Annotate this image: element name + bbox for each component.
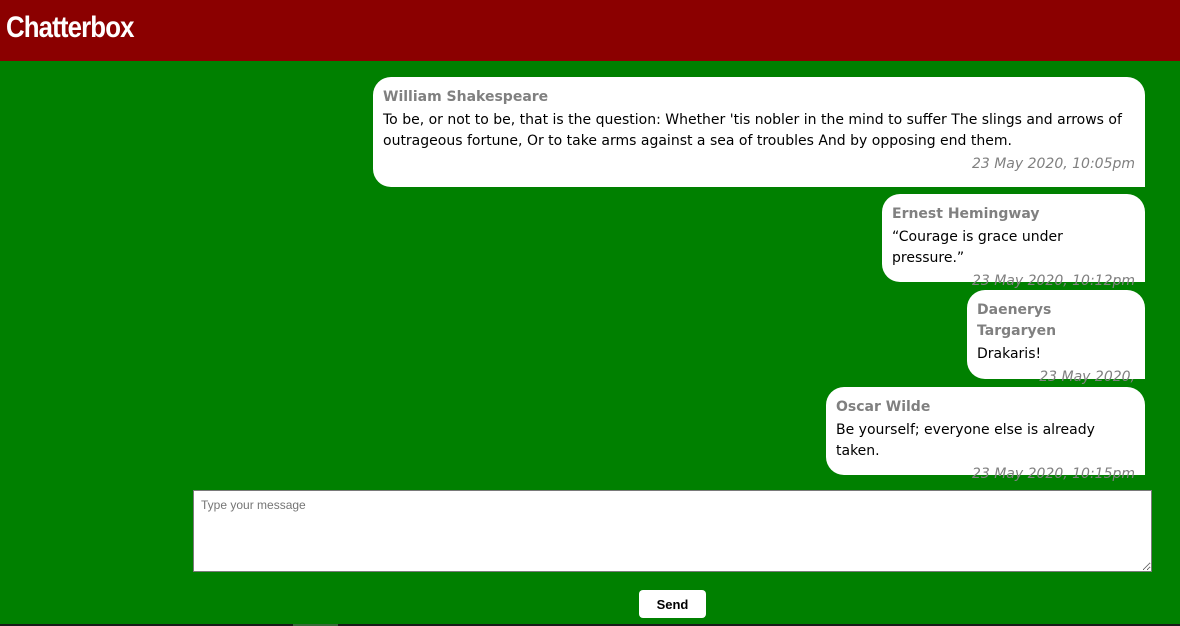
send-button[interactable]: Send (639, 590, 706, 618)
message-bubble: Daenerys Targaryen Drakaris! 23 May 2020… (967, 290, 1145, 407)
app-header: Chatterbox (0, 0, 1180, 61)
app-title: Chatterbox (6, 11, 134, 44)
message-timestamp: 23 May 2020, 10:12pm (971, 273, 1135, 289)
message-input[interactable] (193, 490, 1152, 572)
message-text: “Courage is grace under pressure.” (892, 229, 1063, 266)
message-author: William Shakespeare (383, 89, 549, 105)
message-list: William Shakespeare To be, or not to be,… (0, 61, 1180, 489)
message-text: To be, or not to be, that is the questio… (383, 112, 1122, 149)
message-timestamp: 23 May 2020, 10:15pm (971, 466, 1135, 482)
message-author: Ernest Hemingway (892, 206, 1040, 222)
message-author: Oscar Wilde (836, 399, 931, 415)
message-text: Drakaris! (977, 346, 1042, 362)
message-bubble: Oscar Wilde Be yourself; everyone else i… (826, 387, 1145, 482)
message-text: Be yourself; everyone else is already ta… (836, 422, 1095, 459)
message-author: Daenerys Targaryen (977, 302, 1057, 339)
message-bubble: William Shakespeare To be, or not to be,… (373, 77, 1145, 187)
message-timestamp: 23 May 2020, 10:05pm (971, 156, 1135, 172)
message-bubble: Ernest Hemingway “Courage is grace under… (882, 194, 1145, 289)
